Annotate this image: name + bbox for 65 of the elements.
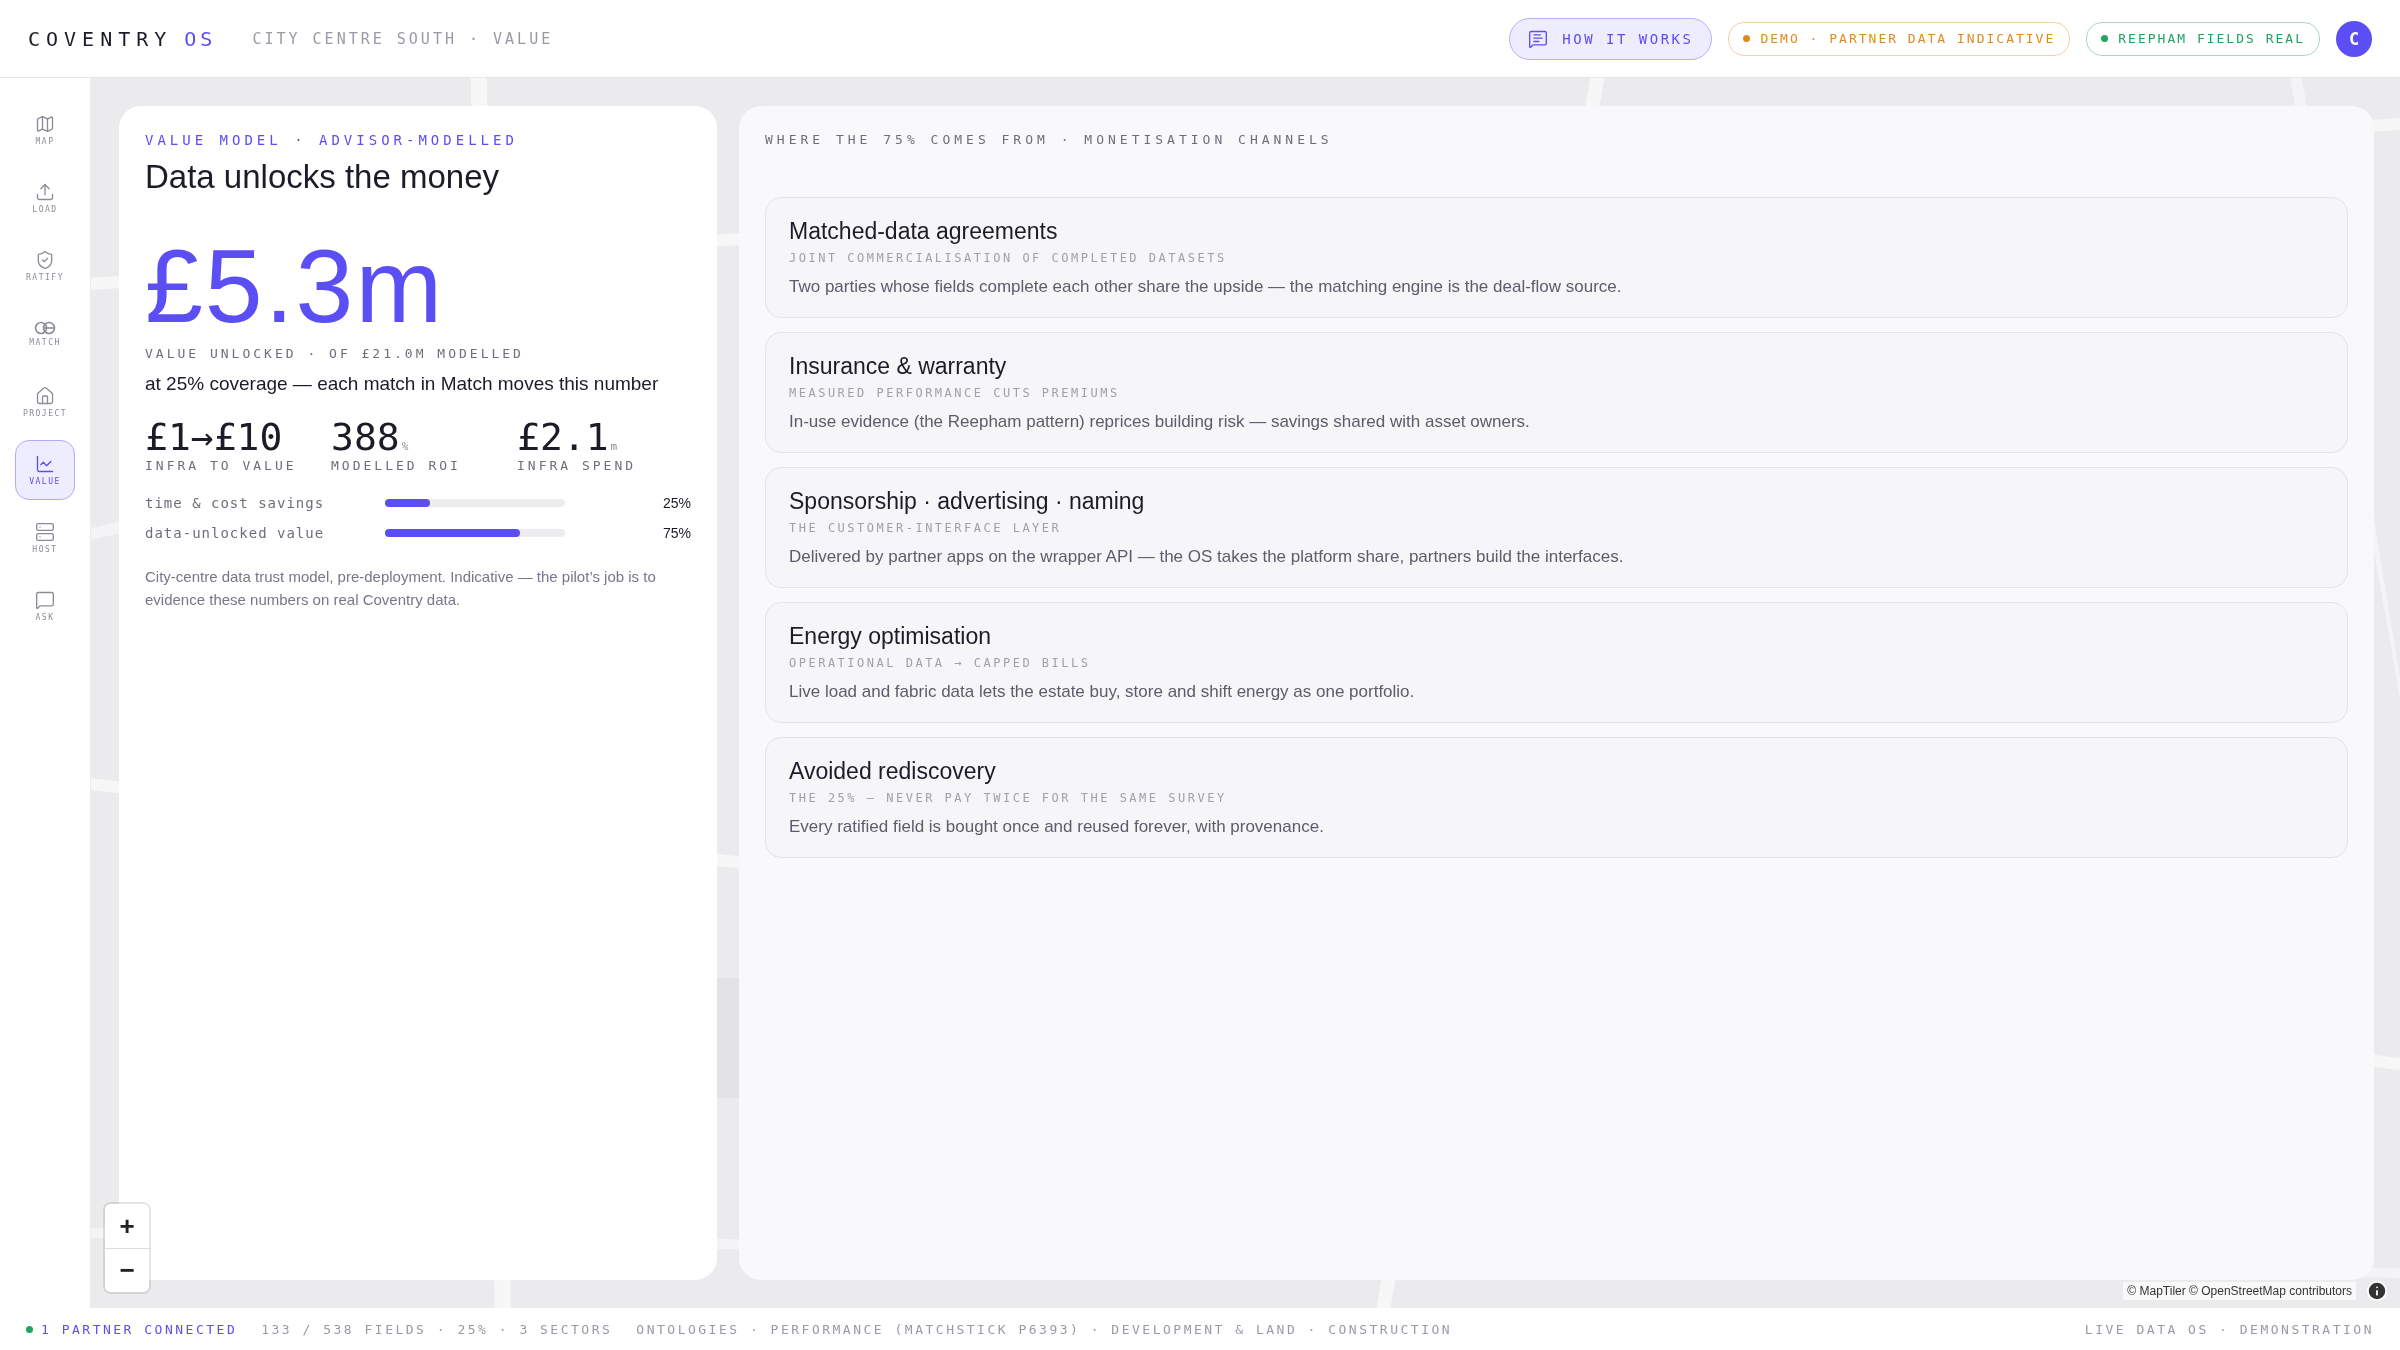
status-badge: REEPHAM FIELDS REAL [2086, 21, 2320, 56]
bar-label: data-unlocked value [145, 525, 326, 541]
breadcrumb: CITY CENTRE SOUTH · VALUE [252, 29, 554, 48]
info-icon[interactable] [2366, 1280, 2388, 1302]
bar-reading: 75% [661, 525, 691, 541]
channel-description: Two parties whose fields complete each other share the upside — the matching engine is the deal-flow source. [789, 277, 1623, 297]
card-title: Data unlocks the money [145, 158, 501, 196]
bar-reading: 25% [661, 495, 691, 511]
stat-label: INFRA SPEND [517, 458, 638, 473]
brand-suffix: OS [184, 26, 217, 51]
house-icon [35, 386, 55, 406]
channel-subtitle: THE 25% — NEVER PAY TWICE FOR THE SAME SURVEY [789, 791, 1228, 805]
stat-label: INFRA TO VALUE [145, 458, 298, 473]
brand-name: COVENTRY [28, 26, 173, 51]
channel-title: Avoided rediscovery [789, 758, 997, 785]
upload-icon [35, 182, 55, 202]
stat-unit: % [401, 441, 409, 452]
how-it-works-button[interactable]: HOW IT WORKS [1509, 17, 1713, 60]
bar-label: time & cost savings [145, 495, 326, 511]
channel-subtitle: MEASURED PERFORMANCE CUTS PREMIUMS [789, 386, 1121, 400]
nav-item[interactable]: PROJECT [15, 372, 75, 432]
shield-check-icon [35, 250, 55, 270]
nav-item[interactable]: VALUE [15, 440, 75, 500]
status-badge: DEMO · PARTNER DATA INDICATIVE [1728, 21, 2071, 56]
stat-value: £2.1 [517, 418, 609, 456]
stat-unit: m [610, 441, 618, 452]
nav-item[interactable]: ASK [15, 576, 75, 636]
footnote: City-centre data trust model, pre-deployment. Indicative — the pilot’s job is to evidence these numbers on real Coventry data. [145, 567, 657, 610]
nav-item[interactable]: LOAD [15, 168, 75, 228]
stat-value: 388 [331, 418, 400, 456]
nav-item[interactable]: MATCH [15, 304, 75, 364]
channel-subtitle: JOINT COMMERCIALISATION OF COMPLETED DATASETS [789, 251, 1228, 265]
map-icon [35, 114, 55, 134]
channel-title: Insurance & warranty [789, 353, 1008, 380]
channel-subtitle: OPERATIONAL DATA → CAPPED BILLS [789, 656, 1092, 670]
nav-item[interactable]: HOST [15, 508, 75, 568]
chat-icon [1528, 28, 1549, 49]
stat-label: MODELLED ROI [331, 458, 462, 473]
chat-icon [35, 590, 55, 610]
user-avatar[interactable]: C [2336, 20, 2372, 57]
channel-description: Every ratified field is bought once and reused forever, with provenance. [789, 817, 1325, 837]
status-text: ONTOLOGIES · PERFORMANCE (MATCHSTICK P6393) · DEVELOPMENT & LAND · CONSTRUCTION [636, 1321, 1453, 1337]
headline-note: at 25% coverage — each match in Match moves this number [145, 372, 660, 396]
eyebrow: VALUE MODEL · ADVISOR-MODELLED [145, 132, 519, 148]
channel-title: Energy optimisation [789, 623, 992, 650]
status-text: LIVE DATA OS · DEMONSTRATION [2084, 1321, 2374, 1337]
headline-caption: VALUE UNLOCKED · OF £21.0M MODELLED [145, 346, 525, 361]
status-text: 133 / 538 FIELDS · 25% · 3 SECTORS [261, 1321, 613, 1337]
stat-value: £1→£10 [145, 418, 283, 456]
nav-item[interactable]: RATIFY [15, 236, 75, 296]
map-attribution: © MapTiler © OpenStreetMap contributors [2123, 1282, 2356, 1300]
connection-status: 1 PARTNER CONNECTED [26, 1321, 238, 1337]
channel-description: Live load and fabric data lets the estate buy, store and shift energy as one portfolio. [789, 682, 1416, 702]
section-heading: WHERE THE 75% COMES FROM · MONETISATION CHANNELS [765, 132, 1334, 147]
zoom-out-button[interactable]: − [105, 1248, 149, 1292]
line-chart-icon [35, 454, 55, 474]
server-icon [35, 522, 55, 542]
headline-value: £5.3m [145, 234, 446, 338]
channel-description: In-use evidence (the Reepham pattern) reprices building risk — savings shared with asset owners. [789, 412, 1531, 432]
channel-title: Matched-data agreements [789, 218, 1059, 245]
linked-circles-icon [34, 321, 56, 335]
channel-subtitle: THE CUSTOMER-INTERFACE LAYER [789, 521, 1063, 535]
channel-title: Sponsorship · advertising · naming [789, 488, 1146, 515]
channel-description: Delivered by partner apps on the wrapper API — the OS takes the platform share, partners build the interfaces. [789, 547, 1625, 567]
nav-item[interactable]: MAP [15, 100, 75, 160]
